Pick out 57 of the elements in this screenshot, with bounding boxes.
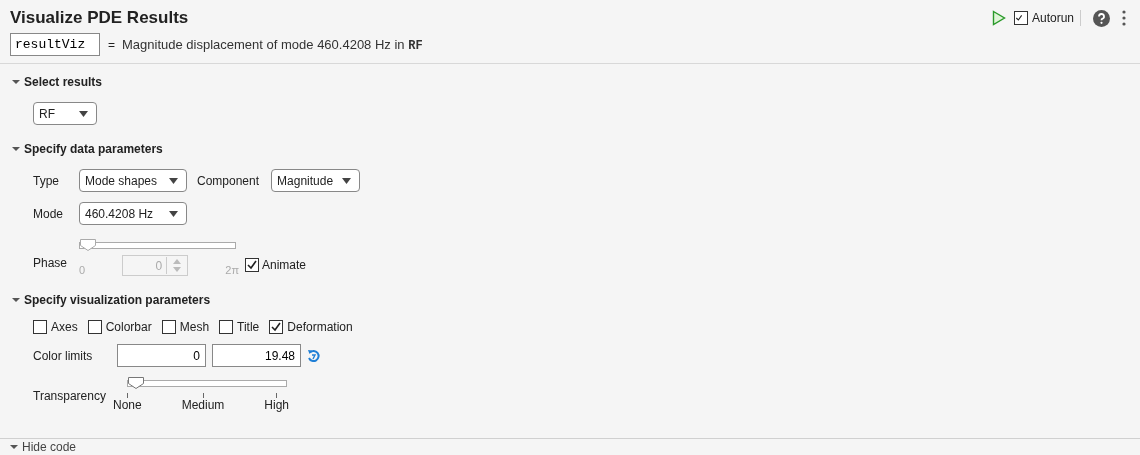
tick-label: 0 xyxy=(79,263,86,276)
checkbox[interactable] xyxy=(161,320,176,334)
checkbox[interactable] xyxy=(245,258,259,272)
slider-track[interactable] xyxy=(127,380,287,387)
section-title[interactable]: Specify visualization parameters xyxy=(24,293,211,307)
number-field[interactable]: 0 xyxy=(117,344,206,367)
hide-code-toggle[interactable]: Hide code xyxy=(22,440,77,454)
equals-sign: = xyxy=(108,37,115,52)
field-label: Component xyxy=(197,173,260,188)
dropdown[interactable]: 460.4208 Hz xyxy=(79,202,187,225)
slider-thumb[interactable] xyxy=(128,377,144,389)
result-description: Magnitude displacement of mode 460.4208 Hz in RF xyxy=(122,36,423,53)
reset-icon[interactable] xyxy=(307,348,320,363)
tick-label: High xyxy=(264,398,289,412)
checkbox-label: Animate xyxy=(262,258,307,272)
more-icon[interactable] xyxy=(1122,10,1126,26)
section-title[interactable]: Select results xyxy=(24,75,103,89)
caret-icon[interactable] xyxy=(10,444,18,450)
dropdown[interactable]: Mode shapes xyxy=(79,169,187,192)
checkbox[interactable] xyxy=(33,320,47,334)
checkbox-label: Colorbar xyxy=(105,320,152,334)
caret-icon[interactable] xyxy=(12,146,20,152)
run-icon[interactable] xyxy=(991,10,1006,26)
live-task-title: Visualize PDE Results xyxy=(10,8,189,28)
checkmark-icon xyxy=(246,259,258,271)
dropdown[interactable]: RF xyxy=(33,102,97,125)
slider-track[interactable] xyxy=(79,242,236,249)
number-field[interactable]: 19.48 xyxy=(212,344,301,367)
caret-icon[interactable] xyxy=(12,297,20,303)
checkbox[interactable] xyxy=(87,320,102,334)
caret-icon xyxy=(342,177,352,184)
caret-icon[interactable] xyxy=(12,79,20,85)
caret-icon xyxy=(169,177,178,184)
checkbox[interactable] xyxy=(1013,11,1028,25)
checkmark-icon xyxy=(270,321,283,333)
tick-label: Medium xyxy=(181,398,225,412)
checkbox-label: Title xyxy=(237,320,260,334)
checkmark-icon xyxy=(1014,12,1023,24)
checkbox[interactable] xyxy=(269,320,284,334)
tick-label: None xyxy=(113,398,142,412)
field-label: Type xyxy=(33,173,60,188)
tick-label: 2π xyxy=(225,263,239,276)
checkbox-label: Mesh xyxy=(179,320,210,334)
field-label: Phase xyxy=(33,256,69,270)
field-label: Transparency xyxy=(33,389,107,403)
help-icon[interactable] xyxy=(1093,9,1110,27)
dropdown[interactable]: Magnitude xyxy=(271,169,361,192)
checkbox-label: Autorun xyxy=(1031,11,1074,25)
checkbox-label: Deformation xyxy=(287,320,353,334)
checkbox[interactable] xyxy=(219,320,234,334)
field-label: Color limits xyxy=(33,348,94,363)
caret-icon xyxy=(79,110,88,117)
section-title[interactable]: Specify data parameters xyxy=(24,142,163,156)
checkbox-label: Axes xyxy=(51,320,78,334)
field-label: Mode xyxy=(33,206,65,221)
variable-name-field[interactable]: resultViz xyxy=(10,33,100,56)
caret-icon xyxy=(169,210,178,217)
